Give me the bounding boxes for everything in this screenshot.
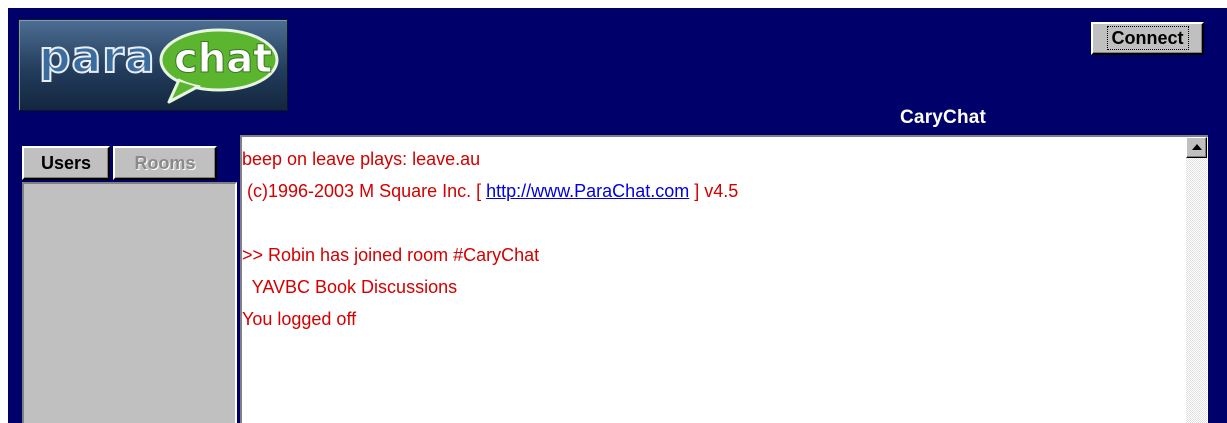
chat-messages-panel[interactable]: beep on leave plays: leave.au (c)1996-20… (240, 135, 1208, 423)
scroll-up-arrow-icon[interactable] (1186, 137, 1207, 158)
tab-users[interactable]: Users (22, 146, 110, 180)
chat-line: beep on leave plays: leave.au (242, 149, 481, 169)
user-list[interactable] (22, 182, 237, 423)
chat-line: (c)1996-2003 M Square Inc. [ http://www.… (242, 179, 1182, 211)
chat-line: You logged off (242, 309, 357, 329)
tab-rooms[interactable]: Rooms (113, 146, 217, 180)
connect-button[interactable]: Connect (1091, 22, 1204, 55)
version-suffix: ] v4.5 (689, 181, 739, 201)
parachat-applet: para chat Connect CaryChat Users Rooms b… (8, 8, 1227, 423)
logo-text-para: para (38, 32, 156, 83)
scroll-track[interactable] (1186, 158, 1207, 423)
parachat-logo: para chat (18, 19, 288, 111)
chat-line-blank (242, 211, 1182, 243)
copyright-prefix: (c)1996-2003 M Square Inc. [ (242, 181, 487, 201)
connect-button-label: Connect (1106, 26, 1189, 50)
chat-scrollbar[interactable] (1186, 137, 1207, 423)
parachat-link[interactable]: http://www.ParaChat.com (486, 181, 689, 201)
logo-text-chat: chat (173, 36, 273, 82)
chat-line: YAVBC Book Discussions (242, 277, 458, 297)
chat-line: >> Robin has joined room #CaryChat (242, 245, 540, 265)
room-title: CaryChat (900, 107, 987, 128)
